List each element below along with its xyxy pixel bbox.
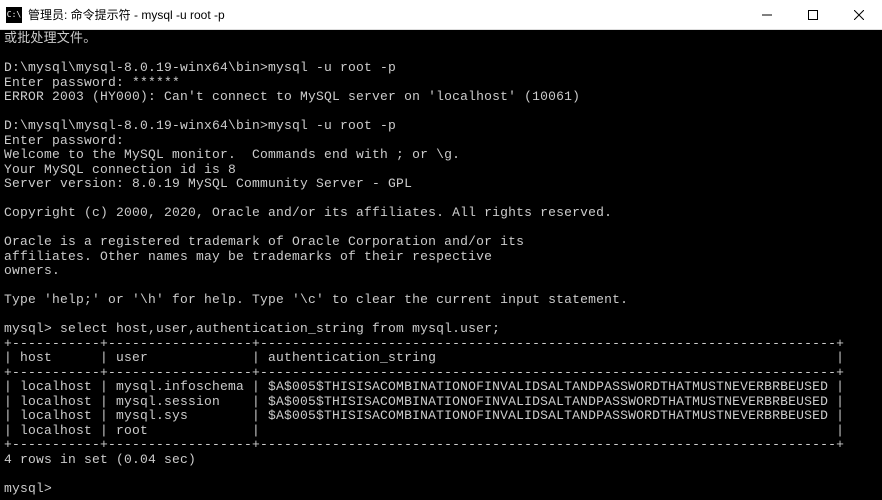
output-line: Welcome to the MySQL monitor. Commands e…	[4, 147, 460, 162]
output-line: Type 'help;' or '\h' for help. Type '\c'…	[4, 292, 628, 307]
output-line: mysql> select host,user,authentication_s…	[4, 321, 500, 336]
output-line: 4 rows in set (0.04 sec)	[4, 452, 196, 467]
table-row: | localhost | mysql.sys | $A$005$THISISA…	[4, 408, 844, 423]
window-title: 管理员: 命令提示符 - mysql -u root -p	[28, 6, 225, 23]
output-line: owners.	[4, 263, 60, 278]
table-row: | localhost | mysql.session | $A$005$THI…	[4, 394, 844, 409]
close-button[interactable]	[836, 0, 882, 30]
output-line: 或批处理文件。	[4, 31, 96, 46]
output-line: D:\mysql\mysql-8.0.19-winx64\bin>mysql -…	[4, 118, 396, 133]
output-line: Your MySQL connection id is 8	[4, 162, 236, 177]
table-row: | localhost | root | |	[4, 423, 844, 438]
terminal-output[interactable]: 或批处理文件。 D:\mysql\mysql-8.0.19-winx64\bin…	[0, 30, 882, 500]
cmd-icon: C:\	[6, 7, 22, 23]
output-line: Copyright (c) 2000, 2020, Oracle and/or …	[4, 205, 612, 220]
output-line: affiliates. Other names may be trademark…	[4, 249, 492, 264]
table-row: | localhost | mysql.infoschema | $A$005$…	[4, 379, 844, 394]
maximize-button[interactable]	[790, 0, 836, 30]
output-line: Enter password: ******	[4, 75, 180, 90]
table-border: +-----------+------------------+--------…	[4, 336, 844, 351]
output-line: D:\mysql\mysql-8.0.19-winx64\bin>mysql -…	[4, 60, 396, 75]
output-line: ERROR 2003 (HY000): Can't connect to MyS…	[4, 89, 580, 104]
table-header: | host | user | authentication_string |	[4, 350, 844, 365]
output-line: Enter password:	[4, 133, 124, 148]
output-line: Oracle is a registered trademark of Orac…	[4, 234, 524, 249]
minimize-button[interactable]	[744, 0, 790, 30]
output-line: Server version: 8.0.19 MySQL Community S…	[4, 176, 412, 191]
table-border: +-----------+------------------+--------…	[4, 437, 844, 452]
mysql-prompt: mysql>	[4, 481, 60, 496]
window-titlebar: C:\ 管理员: 命令提示符 - mysql -u root -p	[0, 0, 882, 30]
table-border: +-----------+------------------+--------…	[4, 365, 844, 380]
